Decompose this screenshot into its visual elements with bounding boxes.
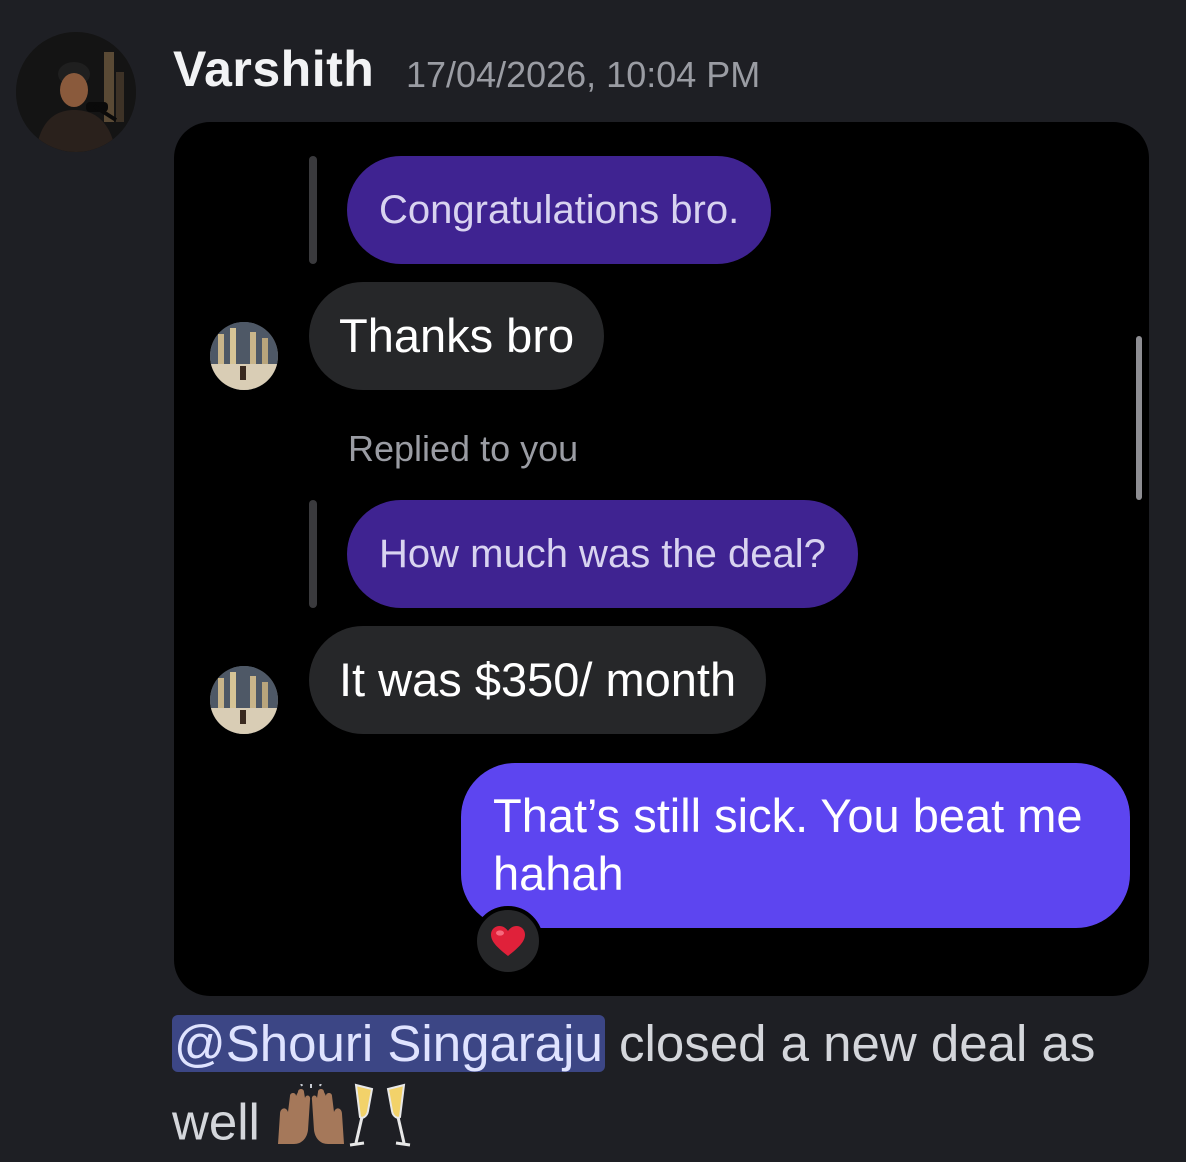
incoming-message-bubble: Thanks bro bbox=[309, 282, 605, 390]
author-avatar[interactable] bbox=[16, 32, 136, 152]
author-avatar-image bbox=[16, 32, 136, 152]
incoming-message-bubble: It was $350/ month bbox=[309, 626, 767, 734]
message-content: @Shouri Singaraju closed a new deal as w… bbox=[172, 1006, 1162, 1162]
reply-indicator-bar bbox=[309, 500, 317, 608]
quoted-message-bubble: Congratulations bro. bbox=[347, 156, 772, 264]
message-timestamp: 17/04/2026, 10:04 PM bbox=[406, 54, 761, 95]
cropped-text-fragment bbox=[396, 122, 596, 134]
attached-screenshot[interactable]: Congratulations bro. Thanks bro Replied … bbox=[174, 122, 1149, 996]
message-reaction bbox=[473, 906, 543, 976]
chat-message-view: Varshith 17/04/2026, 10:04 PM Congratula… bbox=[0, 0, 1186, 1162]
scrollbar[interactable] bbox=[1136, 336, 1142, 500]
contact-avatar bbox=[210, 322, 278, 390]
champagne-glasses-icon bbox=[348, 1081, 412, 1162]
raising-hands-icon bbox=[274, 1079, 348, 1162]
reply-label: Replied to you bbox=[348, 428, 579, 469]
quoted-message-bubble: How much was the deal? bbox=[347, 500, 858, 608]
heart-icon bbox=[491, 926, 525, 956]
contact-avatar bbox=[210, 666, 278, 734]
reply-indicator-bar bbox=[309, 156, 317, 264]
author-name[interactable]: Varshith bbox=[173, 40, 374, 98]
outgoing-message-bubble: That’s still sick. You beat me hahah bbox=[461, 763, 1130, 928]
user-mention[interactable]: @Shouri Singaraju bbox=[172, 1015, 605, 1072]
